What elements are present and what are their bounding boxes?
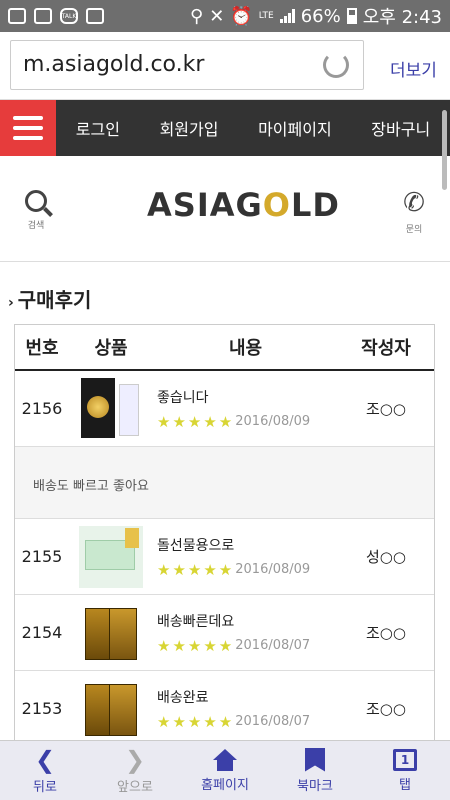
row-number: 2156 bbox=[21, 399, 63, 418]
header-product: 상품 bbox=[94, 338, 128, 359]
clock: 오후 2:43 bbox=[362, 7, 442, 28]
back-arrow-icon: ❮ bbox=[34, 745, 56, 774]
review-date: 2016/08/07 bbox=[235, 638, 311, 653]
battery-icon bbox=[346, 8, 357, 24]
signal-icon bbox=[279, 9, 295, 23]
product-thumbnail[interactable] bbox=[79, 377, 143, 440]
battery-percent: 66% bbox=[300, 5, 341, 27]
image-icon bbox=[34, 8, 52, 24]
star-rating: ★★★★★ bbox=[157, 636, 235, 655]
page-scrollbar[interactable] bbox=[442, 110, 447, 190]
review-title: 돌선물용으로 bbox=[157, 537, 235, 554]
table-row[interactable]: 2153 배송완료 ★★★★★ 2016/08/07 조○○ bbox=[15, 671, 434, 747]
table-header: 번호 상품 내용 작성자 bbox=[15, 325, 434, 371]
bookmark-icon bbox=[305, 747, 325, 772]
product-thumbnail[interactable] bbox=[79, 677, 143, 740]
search-label: 검색 bbox=[27, 221, 45, 231]
review-content[interactable]: 배송완료 ★★★★★ 2016/08/07 bbox=[153, 687, 338, 731]
product-thumbnail[interactable] bbox=[79, 601, 143, 664]
table-row[interactable]: 2154 배송빠른데요 ★★★★★ 2016/08/07 조○○ bbox=[15, 595, 434, 671]
browser-url-bar: m.asiagold.co.kr 더보기 bbox=[0, 32, 450, 100]
review-content[interactable]: 돌선물용으로 ★★★★★ 2016/08/09 bbox=[153, 535, 338, 579]
row-number: 2154 bbox=[21, 623, 63, 642]
reload-icon[interactable] bbox=[323, 52, 349, 78]
download-icon bbox=[86, 8, 104, 24]
alarm-icon: ⏰ bbox=[230, 5, 253, 27]
nav-mypage[interactable]: 마이페이지 bbox=[258, 116, 332, 140]
location-icon: ⚲ bbox=[190, 5, 204, 27]
mute-icon: ✕ bbox=[209, 5, 225, 27]
review-author: 조○○ bbox=[366, 624, 406, 642]
review-date: 2016/08/07 bbox=[235, 714, 311, 729]
star-rating: ★★★★★ bbox=[157, 412, 235, 431]
site-header: 검색 ASIAGOLD ✆ 문의 bbox=[0, 156, 450, 262]
review-body: 배송도 빠르고 좋아요 bbox=[15, 447, 434, 519]
search-button[interactable]: 검색 bbox=[20, 190, 52, 231]
header-no: 번호 bbox=[25, 338, 59, 359]
browser-bottom-bar: ❮ 뒤로 ❯ 앞으로 홈페이지 북마크 1 탭 bbox=[0, 740, 450, 800]
tabs-icon: 1 bbox=[393, 748, 417, 771]
review-table: 번호 상품 내용 작성자 2156 좋습니다 ★★★★★ 2016/08/09 조… bbox=[14, 324, 435, 748]
back-button[interactable]: ❮ 뒤로 bbox=[0, 741, 90, 800]
review-title: 배송완료 bbox=[157, 689, 209, 706]
inquiry-button[interactable]: ✆ 문의 bbox=[398, 190, 430, 235]
review-title: 좋습니다 bbox=[157, 389, 209, 406]
star-rating: ★★★★★ bbox=[157, 712, 235, 731]
search-icon bbox=[25, 190, 47, 212]
header-author: 작성자 bbox=[361, 338, 411, 359]
forward-button[interactable]: ❯ 앞으로 bbox=[90, 741, 180, 800]
review-author: 성○○ bbox=[366, 548, 406, 566]
header-content: 내용 bbox=[228, 338, 263, 359]
phone-icon: ✆ bbox=[403, 188, 425, 218]
review-content[interactable]: 배송빠른데요 ★★★★★ 2016/08/07 bbox=[153, 611, 338, 655]
nav-signup[interactable]: 회원가입 bbox=[160, 116, 219, 140]
url-field[interactable]: m.asiagold.co.kr bbox=[10, 40, 364, 90]
site-logo[interactable]: ASIAGOLD bbox=[147, 186, 340, 224]
row-number: 2155 bbox=[21, 547, 63, 566]
site-nav: 로그인 회원가입 마이페이지 장바구니 bbox=[0, 100, 450, 156]
table-row[interactable]: 2156 좋습니다 ★★★★★ 2016/08/09 조○○ bbox=[15, 371, 434, 447]
menu-icon[interactable] bbox=[0, 100, 56, 156]
product-thumbnail[interactable] bbox=[79, 525, 143, 588]
review-author: 조○○ bbox=[366, 700, 406, 718]
talk-icon: TALK bbox=[60, 8, 78, 24]
table-row[interactable]: 2155 돌선물용으로 ★★★★★ 2016/08/09 성○○ bbox=[15, 519, 434, 595]
review-content[interactable]: 좋습니다 ★★★★★ 2016/08/09 bbox=[153, 387, 338, 431]
tabs-button[interactable]: 1 탭 bbox=[360, 741, 450, 800]
review-title: 배송빠른데요 bbox=[157, 613, 235, 630]
url-text: m.asiagold.co.kr bbox=[23, 52, 205, 77]
nav-login[interactable]: 로그인 bbox=[76, 116, 120, 140]
forward-arrow-icon: ❯ bbox=[124, 745, 146, 774]
network-label: LTE bbox=[258, 11, 274, 21]
nav-cart[interactable]: 장바구니 bbox=[371, 116, 430, 140]
status-bar: TALK ⚲ ✕ ⏰ LTE 66% 오후 2:43 bbox=[0, 0, 450, 32]
home-icon bbox=[213, 748, 237, 771]
home-button[interactable]: 홈페이지 bbox=[180, 741, 270, 800]
review-date: 2016/08/09 bbox=[235, 562, 311, 577]
inquiry-label: 문의 bbox=[405, 225, 423, 235]
review-author: 조○○ bbox=[366, 400, 406, 418]
review-date: 2016/08/09 bbox=[235, 414, 311, 429]
chevron-right-icon: › bbox=[8, 295, 14, 311]
gallery-icon bbox=[8, 8, 26, 24]
bookmark-button[interactable]: 북마크 bbox=[270, 741, 360, 800]
more-button[interactable]: 더보기 bbox=[390, 56, 437, 81]
row-number: 2153 bbox=[21, 699, 63, 718]
section-title: › 구매후기 bbox=[8, 288, 92, 312]
star-rating: ★★★★★ bbox=[157, 560, 235, 579]
